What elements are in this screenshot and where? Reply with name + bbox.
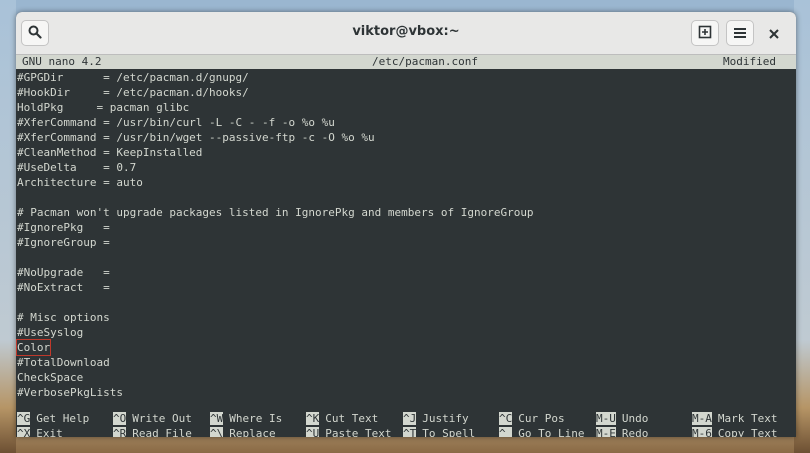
close-icon — [769, 24, 779, 43]
shortcut-item[interactable]: ^O Write Out — [113, 412, 192, 426]
shortcut-row-1: ^G Get Help ^O Write Out ^W Where Is ^K Cut … — [16, 412, 796, 426]
file-line: # Pacman won't upgrade packages listed i… — [17, 206, 534, 219]
highlight-box: Color — [16, 339, 52, 356]
close-button[interactable] — [765, 24, 783, 42]
shortcut-item[interactable]: M-E Redo — [596, 427, 648, 437]
file-line: Architecture = auto — [17, 176, 143, 189]
file-line: # Misc options — [17, 311, 110, 324]
file-line: #UseDelta = 0.7 — [17, 161, 137, 174]
shortcut-item[interactable]: ^R Read File — [113, 427, 192, 437]
shortcut-item[interactable]: ^G Get Help — [17, 412, 89, 426]
file-line: #XferCommand = /usr/bin/curl -L -C - -f … — [17, 116, 335, 129]
file-line: #TotalDownload — [17, 356, 110, 369]
file-line: #IgnorePkg = — [17, 221, 110, 234]
file-content[interactable]: #GPGDir = /etc/pacman.d/gnupg/ #HookDir … — [16, 70, 796, 400]
shortcut-item[interactable]: ^J Justify — [403, 412, 469, 426]
shortcut-row-2: ^X Exit ^R Read File ^\ Replace ^U Paste Tex… — [16, 427, 796, 437]
file-line: HoldPkg = pacman glibc — [17, 101, 190, 114]
file-line: #NoExtract = — [17, 281, 110, 294]
file-line: #IgnoreGroup = — [17, 236, 110, 249]
terminal-area[interactable]: GNU nano 4.2 /etc/pacman.conf Modified #… — [16, 55, 796, 437]
window-title: viktor@vbox:~ — [352, 24, 460, 39]
desktop-background-left — [0, 0, 16, 453]
file-line — [17, 190, 796, 205]
file-line: #HookDir = /etc/pacman.d/hooks/ — [17, 86, 249, 99]
shortcut-item[interactable]: M-A Mark Text — [692, 412, 777, 426]
nano-filename: /etc/pacman.conf — [372, 55, 478, 68]
desktop-background-right — [794, 0, 810, 453]
new-tab-button[interactable] — [691, 20, 719, 46]
window-titlebar[interactable]: viktor@vbox:~ — [16, 12, 796, 55]
menu-button[interactable] — [726, 20, 754, 46]
file-line: #VerbosePkgLists — [17, 386, 123, 399]
nano-status: Modified — [723, 55, 776, 68]
file-line — [17, 250, 796, 265]
file-line: #UseSyslog — [17, 326, 84, 339]
shortcut-item[interactable]: ^C Cur Pos — [499, 412, 565, 426]
file-line: #XferCommand = /usr/bin/wget --passive-f… — [17, 131, 375, 144]
file-line — [17, 295, 796, 310]
file-line: CheckSpace — [17, 371, 84, 384]
shortcut-item[interactable]: M-6 Copy Text — [692, 427, 777, 437]
nano-version: GNU nano 4.2 — [22, 55, 102, 68]
file-line: #NoUpgrade = — [17, 266, 110, 279]
shortcut-item[interactable]: ^_ Go To Line — [499, 427, 584, 437]
shortcut-item[interactable]: ^T To Spell — [403, 427, 475, 437]
file-line: #GPGDir = /etc/pacman.d/gnupg/ — [17, 71, 249, 84]
nano-header-bar: GNU nano 4.2 /etc/pacman.conf Modified — [16, 55, 796, 69]
shortcut-item[interactable]: ^K Cut Text — [306, 412, 378, 426]
shortcut-item[interactable]: ^U Paste Text — [306, 427, 391, 437]
shortcut-item[interactable]: ^X Exit — [17, 427, 63, 437]
shortcut-item[interactable]: M-U Undo — [596, 412, 648, 426]
shortcut-item[interactable]: ^W Where Is — [210, 412, 282, 426]
terminal-window: viktor@vbox:~ GNU nano 4.2 /etc/pacman.c… — [16, 12, 796, 437]
new-tab-icon — [698, 24, 712, 43]
hamburger-menu-icon — [733, 24, 747, 43]
shortcut-item[interactable]: ^\ Replace — [210, 427, 276, 437]
file-line-highlighted: Color — [16, 339, 796, 356]
file-line: #CleanMethod = KeepInstalled — [17, 146, 203, 159]
